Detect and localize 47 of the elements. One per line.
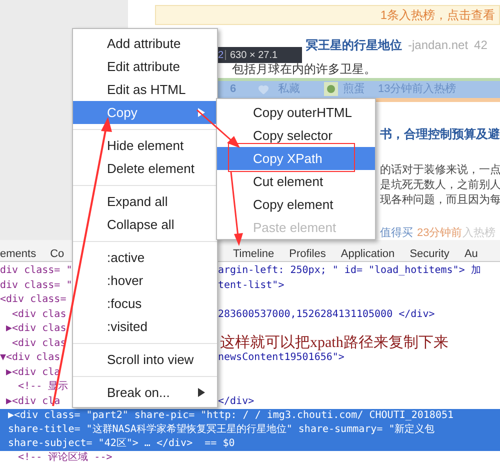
menu-item[interactable]: Copy selector — [217, 124, 375, 147]
article-summary: 包括月球在内的许多卫星。 — [232, 61, 376, 78]
code-line[interactable]: argin-left: 250px; " id= "load_hotitems"> 加 — [218, 264, 481, 278]
devtools-tab[interactable]: Profiles — [289, 248, 326, 260]
devtools-tab[interactable]: Application — [340, 248, 395, 260]
devtools-tab[interactable]: ements — [0, 248, 36, 260]
caret-icon — [198, 108, 205, 117]
annotation-arrow — [196, 109, 240, 148]
menu-item[interactable]: :active — [73, 246, 217, 269]
menu-item[interactable]: :visited — [73, 315, 217, 338]
article-count: 42 — [474, 36, 488, 54]
article-source: -jandan.net — [408, 36, 468, 54]
menu-item[interactable]: Copy — [73, 101, 217, 124]
menu-item[interactable]: Collapse all — [73, 213, 217, 236]
devtools-tab[interactable]: Timeline — [233, 248, 274, 260]
caret-icon — [198, 388, 205, 397]
menu-item[interactable]: Cut element — [217, 170, 375, 193]
menu-item[interactable]: Break on... — [73, 381, 217, 404]
menu-item[interactable]: :hover — [73, 269, 217, 292]
menu-item[interactable]: Copy outerHTML — [217, 101, 375, 124]
hot-banner: 1条入热榜，点击查看 — [155, 4, 500, 26]
code-line[interactable]: </div> — [218, 394, 254, 409]
devtools-tab[interactable]: Security — [410, 248, 450, 260]
menu-item[interactable]: Delete element — [73, 157, 217, 180]
menu-item[interactable]: Add attribute — [73, 32, 217, 55]
size-tooltip: 2 630 × 27.1 — [218, 47, 302, 63]
menu-item[interactable]: :focus — [73, 292, 217, 315]
heart-icon[interactable] — [258, 84, 269, 95]
hot-time: 23分钟前 — [417, 226, 462, 241]
menu-item[interactable]: Copy element — [217, 193, 375, 216]
article-title[interactable]: 冥王星的行星地位 — [306, 36, 402, 54]
menu-item[interactable]: Scroll into view — [73, 348, 217, 371]
menu-item[interactable]: Edit attribute — [73, 55, 217, 78]
menu-item[interactable]: Expand all — [73, 190, 217, 213]
menu-item[interactable]: Copy XPath — [217, 147, 375, 170]
code-line[interactable]: newsContent19501656"> — [218, 351, 344, 366]
code-line[interactable]: <!-- 评论区域 --> — [0, 451, 218, 466]
hot-time: 13分钟前入热榜 — [378, 82, 456, 98]
article-title[interactable]: 书，合理控制预算及避 — [380, 124, 500, 143]
annotation: 这样就可以把xpath路径来复制下来 — [220, 336, 448, 351]
menu-item[interactable]: Hide element — [73, 134, 217, 157]
code-line[interactable]: 283600537000,1526284131105000 </div> — [218, 308, 435, 322]
code-line[interactable]: tent-list"> — [218, 278, 284, 293]
devtools-tab[interactable]: Co — [50, 248, 64, 260]
devtools-tab[interactable]: Au — [464, 248, 478, 260]
menu-item[interactable]: Edit as HTML — [73, 78, 217, 101]
avatar-icon — [324, 82, 338, 96]
